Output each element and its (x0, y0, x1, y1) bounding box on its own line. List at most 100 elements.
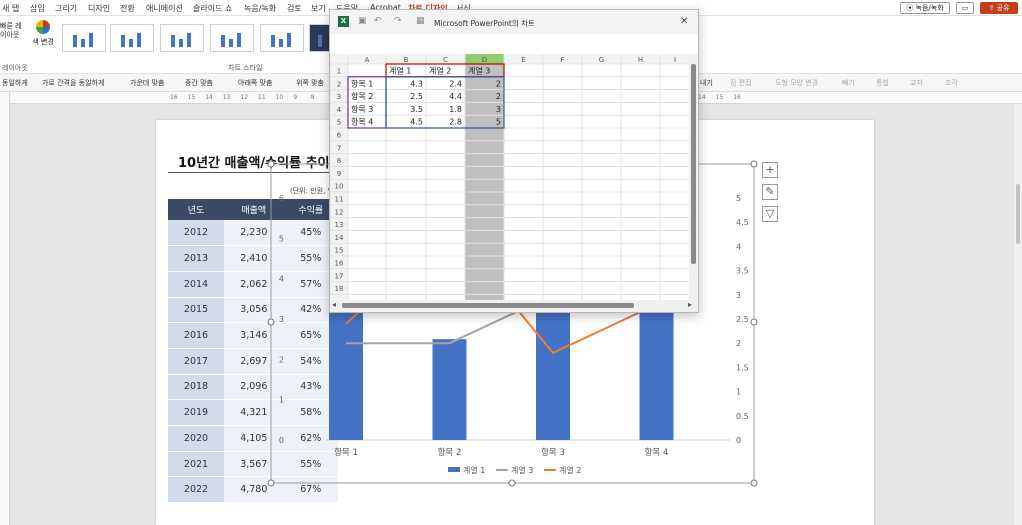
cell-value[interactable]: 2.4 (449, 79, 462, 88)
cell-value[interactable]: 4.4 (449, 92, 462, 101)
column-letter[interactable]: H (638, 56, 643, 64)
column-letter[interactable]: F (560, 56, 564, 64)
column-letter[interactable]: C (443, 56, 448, 64)
right-axis-tick-label: 3.5 (736, 267, 749, 276)
column-letter[interactable]: A (365, 56, 370, 64)
bar[interactable] (536, 298, 570, 440)
left-axis-tick-label: 2 (279, 355, 284, 364)
resize-handle[interactable] (508, 479, 516, 487)
resize-handle[interactable] (267, 318, 275, 326)
spreadsheet-grid[interactable]: A B C D E F G H I123456789101112131415161718계열 1… (330, 54, 690, 300)
excel-hscroll-thumb[interactable] (342, 303, 634, 308)
column-header-bar (330, 54, 690, 64)
left-axis-tick-label: 6 (279, 194, 284, 203)
excel-chart-data-window[interactable]: X ▣ ↶ ↷ ▦ Microsoft PowerPoint의 차트 ✕ A B C… (329, 9, 699, 313)
bar[interactable] (432, 339, 467, 440)
cell-value[interactable]: 3.5 (410, 105, 423, 114)
redo-icon[interactable]: ↷ (394, 16, 402, 26)
right-axis-tick-label: 1.5 (736, 363, 749, 372)
column-letter[interactable]: B (404, 56, 409, 64)
excel-window-title: Microsoft PowerPoint의 차트 (434, 19, 535, 28)
cell-value[interactable]: 3 (496, 105, 501, 114)
excel-title-bar[interactable]: X ▣ ↶ ↷ ▦ Microsoft PowerPoint의 차트 ✕ (330, 10, 698, 34)
edit-in-excel-icon[interactable]: ▦ (416, 16, 425, 26)
right-axis-tick-label: 0.5 (736, 412, 749, 421)
cell-value[interactable]: 항목 3 (351, 105, 373, 114)
right-axis-tick-label: 2.5 (736, 315, 749, 324)
right-axis-tick-label: 2 (736, 339, 741, 348)
resize-handle[interactable] (267, 479, 275, 487)
column-letter[interactable]: G (599, 56, 604, 64)
resize-handle[interactable] (750, 479, 758, 487)
right-axis-tick-label: 1 (736, 388, 741, 397)
close-icon[interactable]: ✕ (680, 16, 688, 27)
row-number[interactable]: 17 (335, 272, 344, 280)
cell-header[interactable]: 계열 1 (389, 66, 411, 76)
cell-value[interactable]: 2.5 (410, 92, 423, 101)
cell-header[interactable]: 계열 3 (468, 66, 490, 76)
category-label: 항목 2 (438, 448, 462, 458)
row-number[interactable]: 2 (337, 80, 341, 88)
category-label: 항목 3 (541, 448, 565, 458)
row-number[interactable]: 3 (337, 93, 341, 101)
chart-styles-brush-button[interactable]: ✎ (762, 184, 778, 200)
category-label: 항목 1 (334, 448, 358, 458)
row-number[interactable]: 9 (337, 170, 341, 178)
scroll-right-icon[interactable]: ▸ (688, 300, 692, 309)
scroll-left-icon[interactable]: ◂ (332, 300, 336, 309)
column-letter[interactable]: I (674, 56, 676, 64)
resize-handle[interactable] (750, 318, 758, 326)
cell-value[interactable]: 4.5 (410, 118, 423, 127)
column-letter[interactable]: D (482, 56, 487, 64)
chart-filter-button[interactable]: ▽ (762, 206, 778, 222)
cell-value[interactable]: 1.8 (449, 105, 462, 114)
row-number[interactable]: 12 (335, 208, 344, 216)
row-number[interactable]: 4 (337, 106, 342, 114)
cell-header[interactable]: 계열 2 (429, 66, 451, 76)
row-number[interactable]: 8 (337, 157, 341, 165)
excel-vscroll-thumb[interactable] (691, 64, 696, 264)
excel-horizontal-scrollbar[interactable]: ◂ ▸ (330, 300, 698, 312)
cell-value[interactable]: 항목 4 (351, 118, 373, 127)
legend-swatch (448, 467, 460, 472)
cell-value[interactable]: 2.8 (449, 118, 462, 127)
left-axis-tick-label: 1 (279, 396, 284, 405)
left-axis-tick-label: 4 (279, 275, 284, 284)
resize-handle[interactable] (267, 160, 275, 168)
chart-elements-button[interactable]: + (762, 162, 778, 178)
legend-label: 계열 2 (559, 465, 581, 475)
row-number[interactable]: 13 (335, 221, 344, 229)
row-number[interactable]: 16 (335, 260, 344, 268)
cell-value[interactable]: 4.3 (410, 79, 423, 88)
row-number[interactable]: 6 (337, 132, 342, 140)
row-number[interactable]: 7 (337, 144, 341, 152)
right-axis-tick-label: 0 (736, 436, 741, 445)
row-number[interactable]: 11 (335, 196, 344, 204)
row-number[interactable]: 15 (335, 247, 344, 255)
cell-value[interactable]: 2 (496, 92, 501, 101)
cell-value[interactable]: 5 (496, 118, 501, 127)
right-axis-tick-label: 3 (736, 291, 741, 300)
resize-handle[interactable] (750, 160, 758, 168)
cell-value[interactable]: 항목 2 (351, 92, 373, 101)
legend-label: 계열 1 (463, 465, 485, 475)
row-number[interactable]: 10 (335, 183, 344, 191)
excel-vertical-scrollbar[interactable] (689, 54, 698, 300)
left-axis-tick-label: 0 (279, 436, 284, 445)
cell-value[interactable]: 항목 1 (351, 79, 373, 88)
right-axis-tick-label: 5 (736, 194, 741, 203)
save-icon[interactable]: ▣ (358, 16, 367, 26)
undo-icon[interactable]: ↶ (374, 16, 382, 26)
row-number[interactable]: 5 (337, 119, 341, 127)
row-number[interactable]: 18 (335, 285, 344, 293)
right-axis-tick-label: 4 (736, 242, 741, 251)
row-number[interactable]: 14 (335, 234, 344, 242)
left-axis-tick-label: 3 (279, 315, 284, 324)
column-letter[interactable]: E (521, 56, 525, 64)
left-axis-tick-label: 5 (279, 234, 284, 243)
row-number[interactable]: 1 (337, 68, 341, 76)
cell-value[interactable]: 2 (496, 79, 501, 88)
legend-label: 계열 3 (511, 465, 533, 475)
right-axis-tick-label: 4.5 (736, 218, 749, 227)
category-label: 항목 4 (645, 448, 669, 458)
